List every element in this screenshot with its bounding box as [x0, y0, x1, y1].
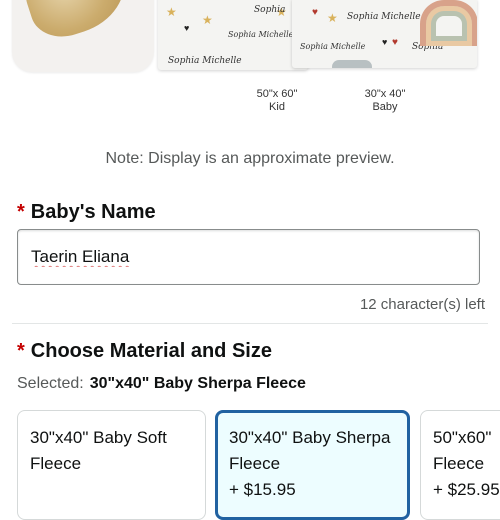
option-fleece-50x60[interactable]: 50"x60" Fleece + $25.95: [420, 410, 500, 520]
blanket-name-text: Sophia Michelle: [300, 42, 366, 51]
star-icon: ★: [166, 5, 177, 19]
kid-blanket-thumbnail[interactable]: ★ ★ ♥ ★ Sophia Sophia Michelle Sophia Mi…: [158, 0, 308, 70]
selected-material-value: 30"x40" Baby Sherpa Fleece: [89, 375, 306, 392]
blanket-name-text: Sophia Michelle: [168, 56, 242, 66]
blanket-name-text: Sophia: [254, 5, 286, 15]
baby-name-label: * Baby's Name: [17, 201, 156, 223]
baby-name-input[interactable]: [17, 229, 480, 285]
star-icon: ★: [202, 13, 213, 27]
blanket-name-text: Sophia Michelle: [347, 12, 421, 22]
cloud-image: [332, 60, 372, 68]
required-marker: *: [17, 201, 25, 223]
option-baby-sherpa-fleece[interactable]: 30"x40" Baby Sherpa Fleece + $15.95: [215, 410, 410, 520]
option-label: 30"x40" Baby Sherpa Fleece: [229, 428, 391, 473]
preview-strip: ★ ★ ♥ ★ Sophia Sophia Michelle Sophia Mi…: [0, 0, 500, 120]
characters-left-counter: 12 character(s) left: [359, 296, 485, 313]
selected-material-line: Selected: 30"x40" Baby Sherpa Fleece: [17, 375, 306, 392]
option-label: 50"x60" Fleece: [433, 428, 492, 473]
heart-icon: ♥: [312, 7, 318, 18]
size-label-baby: 30"x 40" Baby: [364, 88, 406, 113]
material-size-label: * Choose Material and Size: [17, 340, 272, 362]
option-label: 30"x40" Baby Soft Fleece: [30, 428, 167, 473]
heart-icon: ♥: [392, 37, 398, 48]
option-baby-soft-fleece[interactable]: 30"x40" Baby Soft Fleece: [17, 410, 206, 520]
size-label-kid: 50"x 60" Kid: [256, 88, 298, 113]
star-icon: ★: [327, 11, 338, 25]
preview-note: Note: Display is an approximate preview.: [105, 150, 395, 167]
section-divider: [12, 323, 488, 324]
heart-blanket-thumbnail[interactable]: [12, 0, 154, 72]
gold-heart-image: [16, 0, 136, 46]
blanket-name-text: Sophia Michelle: [228, 30, 294, 39]
option-price: + $25.95: [433, 480, 500, 499]
option-price: + $15.95: [229, 480, 296, 499]
baby-blanket-thumbnail[interactable]: ♥ ★ ♥ ♥ Sophia Michelle Sophia Michelle …: [292, 0, 477, 68]
heart-icon: ♥: [382, 37, 388, 47]
required-marker: *: [17, 340, 25, 362]
heart-icon: ♥: [184, 23, 190, 33]
rainbow-image: [420, 0, 477, 46]
